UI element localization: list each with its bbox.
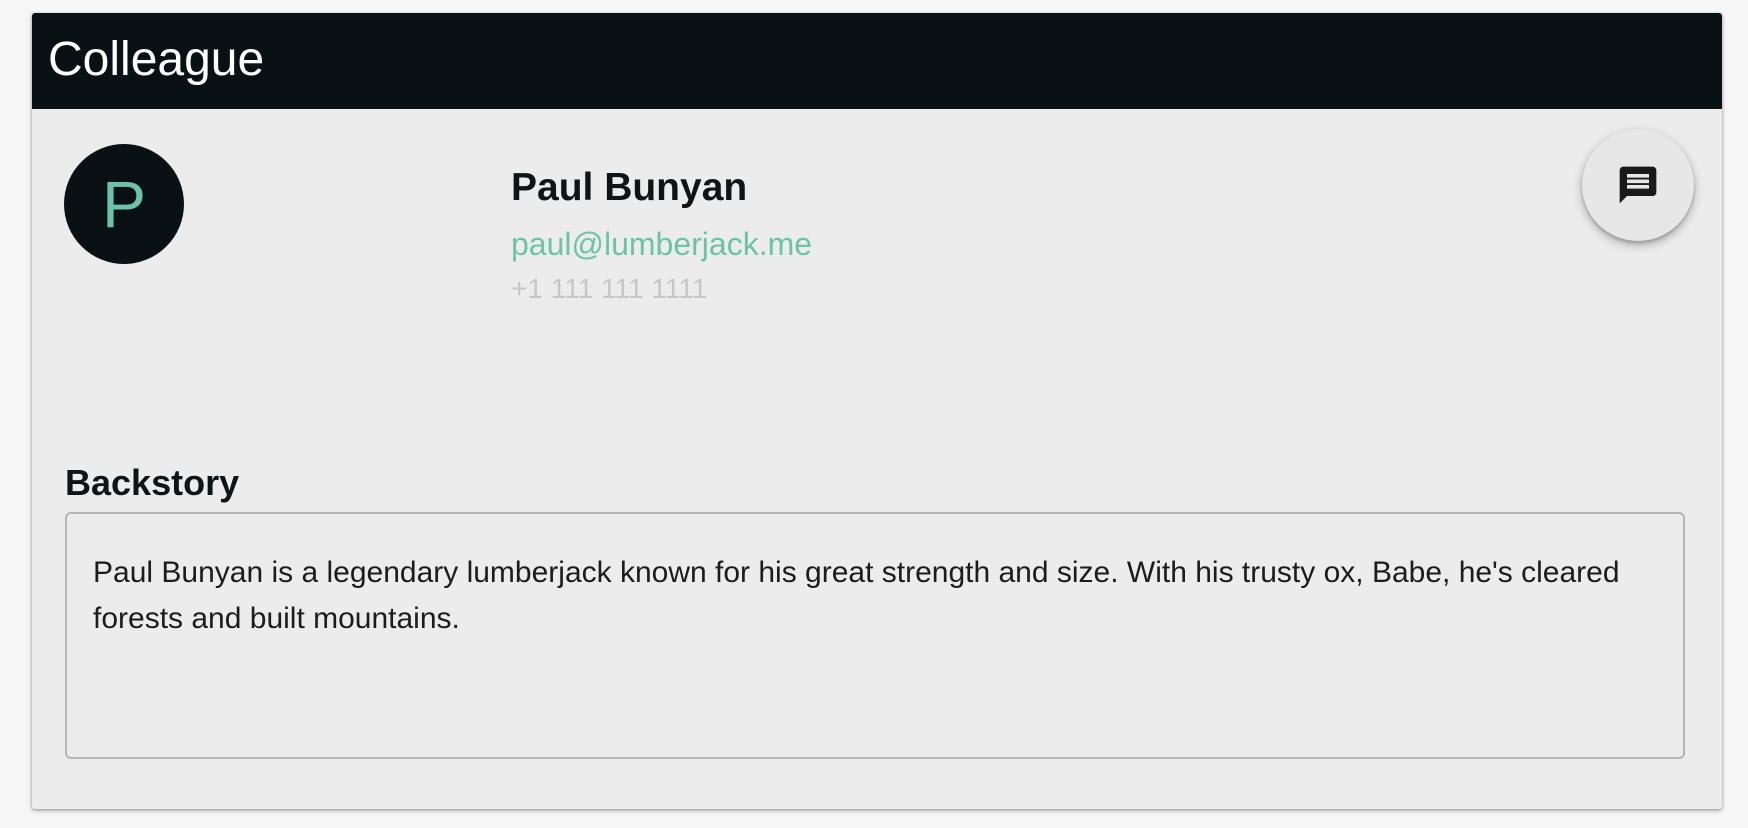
message-button[interactable] [1582,129,1694,241]
backstory-heading: Backstory [65,462,240,503]
backstory-text: Paul Bunyan is a legendary lumberjack kn… [93,556,1620,635]
phone-number: +1 111 111 1111 [511,273,708,304]
card-header: Colleague [32,13,1722,109]
card-title: Colleague [48,33,265,86]
avatar: P [64,144,184,264]
chat-bubble-icon [1616,163,1660,207]
avatar-initial: P [101,167,147,241]
email-link[interactable]: paul@lumberjack.me [511,224,812,264]
backstory-field[interactable]: Paul Bunyan is a legendary lumberjack kn… [65,512,1685,759]
colleague-name: Paul Bunyan [511,166,748,209]
colleague-card: Colleague P Paul Bunyan paul@lumberjack.… [32,13,1722,809]
